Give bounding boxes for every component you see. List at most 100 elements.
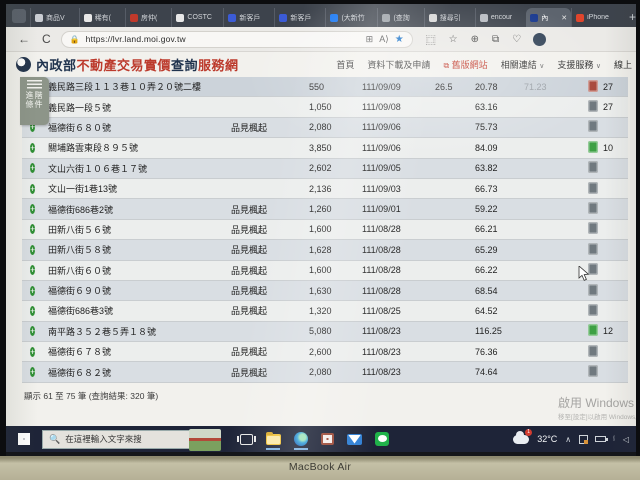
battery-icon[interactable] [595, 436, 606, 442]
microsoft-store-icon[interactable] [321, 433, 334, 445]
onedrive-tray-icon[interactable] [579, 435, 588, 444]
tab-favicon [176, 14, 184, 22]
mail-app-icon[interactable] [347, 434, 362, 445]
wifi-icon[interactable]: ⧙ [613, 434, 616, 444]
browser-tab[interactable]: 房仲( [125, 8, 171, 27]
favorites-icon[interactable]: ☆ [449, 34, 458, 45]
nav-download[interactable]: 資料下載及申請 [367, 58, 430, 71]
table-row[interactable]: + 關埔路雲東段８９５號 3,850 111/09/06 84.09 10 [22, 138, 628, 158]
browser-tab[interactable]: encour [475, 8, 526, 27]
expand-row-button[interactable]: + [30, 347, 35, 357]
table-row[interactable]: + 福德街686巷3號 品見楓起 1,320 111/08/25 64.52 [22, 301, 628, 321]
new-tab-button[interactable]: + [629, 10, 636, 24]
expand-row-button[interactable]: + [30, 265, 35, 275]
table-row[interactable]: + 南平路３５２巷５弄１８號 5,080 111/08/23 116.25 12 [22, 322, 628, 342]
building-detail-icon[interactable] [588, 141, 598, 153]
site-title: 內政部不動產交易實價查詢服務網 [36, 55, 239, 74]
expand-row-button[interactable]: + [30, 163, 35, 173]
table-row[interactable]: + 文山一街1巷13號 2,136 111/09/03 66.73 [22, 179, 628, 199]
task-view-icon[interactable] [240, 434, 253, 445]
expand-row-button[interactable]: + [30, 245, 35, 255]
table-row[interactable]: + 義民路一段５號 1,050 111/09/08 63.16 27 [22, 97, 628, 117]
line-app-icon[interactable] [375, 432, 389, 446]
building-detail-icon[interactable] [588, 182, 598, 194]
table-row[interactable]: + 田新八街６０號 品見楓起 1,600 111/08/28 66.22 [22, 261, 628, 281]
taskbar-search-box[interactable]: 🔍 在這裡輸入文字來搜 [42, 430, 192, 449]
weather-cloud-icon[interactable]: 1 [513, 435, 529, 444]
building-detail-icon[interactable] [588, 304, 598, 316]
news-widget-thumbnail[interactable] [189, 429, 221, 451]
expand-row-button[interactable]: + [30, 143, 35, 153]
nav-old-site[interactable]: ⧉ 舊版網站 [443, 58, 487, 71]
browser-tab[interactable]: 稀有( [79, 8, 125, 27]
unit-price-cell: 116.25 [469, 326, 520, 336]
expand-row-button[interactable]: + [30, 286, 35, 296]
close-tab-icon[interactable]: ✕ [561, 14, 567, 22]
browser-tab[interactable]: 內 ✕ [526, 8, 571, 27]
browser-tab[interactable]: 商品V [30, 8, 79, 27]
building-detail-icon[interactable] [588, 222, 598, 234]
url-text[interactable]: https://lvr.land.moi.gov.tw [86, 34, 360, 44]
advanced-filter-tab[interactable]: 進階條件 [20, 77, 49, 125]
collections-icon[interactable]: ⊕ [471, 34, 479, 45]
building-detail-icon[interactable] [588, 324, 598, 336]
building-detail-icon[interactable] [588, 100, 598, 112]
file-explorer-icon[interactable] [266, 434, 281, 445]
table-row[interactable]: + 福德街６７８號 品見楓起 2,600 111/08/23 76.36 [22, 342, 628, 362]
start-button-icon[interactable] [18, 433, 30, 445]
speaker-icon[interactable]: ◁ [623, 435, 630, 444]
address-bar[interactable]: 🔒 https://lvr.land.moi.gov.tw ⊞ A⟩ ★ [61, 31, 413, 48]
unit-price-cell: 66.22 [469, 265, 520, 275]
expand-row-button[interactable]: + [30, 184, 35, 194]
building-detail-icon[interactable] [588, 345, 598, 357]
browser-tab[interactable]: iPhone [571, 8, 623, 27]
building-detail-icon[interactable] [588, 80, 598, 92]
total-price-cell: 1,050 [302, 102, 354, 112]
browser-tab[interactable]: (查詢 [377, 8, 423, 27]
building-detail-icon[interactable] [588, 365, 598, 377]
temperature-label[interactable]: 32°C [537, 434, 557, 444]
table-row[interactable]: + 福德街６９０號 品見楓起 1,630 111/08/28 68.54 [22, 281, 628, 301]
transaction-date-cell: 111/08/28 [354, 265, 425, 275]
browser-tab[interactable]: 搜尋引 [424, 8, 475, 27]
expand-row-button[interactable]: + [30, 204, 35, 214]
browser-tab[interactable]: COSTC [171, 8, 223, 27]
bookmark-star-icon[interactable]: ★ [395, 34, 404, 45]
profile-avatar[interactable] [533, 33, 546, 46]
edge-browser-icon[interactable] [294, 432, 308, 446]
table-row[interactable]: + 義民路三段１１３巷１０弄２０號二樓 550 111/09/09 26.5 2… [22, 77, 628, 97]
nav-support[interactable]: 支援服務 ∨ [557, 58, 601, 71]
table-row[interactable]: + 田新八街５８號 品見楓起 1,628 111/08/28 65.29 [22, 240, 628, 260]
search-placeholder: 在這裡輸入文字來搜 [65, 433, 161, 445]
browser-tab[interactable]: 新客戶 [274, 8, 325, 27]
building-detail-icon[interactable] [588, 161, 598, 173]
show-hidden-icons-chevron[interactable]: ∧ [565, 435, 572, 444]
tab-search-icon[interactable] [12, 9, 26, 23]
browser-tab[interactable]: 新客戶 [223, 8, 274, 27]
table-row[interactable]: + 福德街６８０號 品見楓起 2,080 111/09/06 75.73 [22, 118, 628, 138]
translate-icon[interactable]: ⊞ [366, 34, 374, 45]
expand-row-button[interactable]: + [30, 224, 35, 234]
table-row[interactable]: + 田新八街５６號 品見楓起 1,600 111/08/28 66.21 [22, 220, 628, 240]
expand-row-button[interactable]: + [30, 326, 35, 336]
table-row[interactable]: + 文山六街１０６巷１７號 2,602 111/09/05 63.82 [22, 159, 628, 179]
extensions-icon[interactable]: ⧉ [492, 34, 499, 45]
read-aloud-icon[interactable]: A⟩ [379, 34, 389, 45]
reload-button[interactable]: C [42, 32, 51, 46]
building-detail-icon[interactable] [588, 284, 598, 296]
nav-home[interactable]: 首頁 [336, 58, 354, 71]
nav-related-links[interactable]: 相關連結 ∨ [501, 58, 545, 71]
building-detail-icon[interactable] [588, 243, 598, 255]
split-screen-icon[interactable]: ⿴ [426, 32, 436, 47]
table-row[interactable]: + 福德街686巷2號 品見楓起 1,260 111/09/01 59.22 [22, 199, 628, 219]
browser-tab[interactable]: (大新竹 [325, 8, 377, 27]
nav-online[interactable]: 線上 [614, 58, 636, 71]
back-button[interactable]: ← [18, 32, 30, 46]
building-detail-icon[interactable] [588, 120, 598, 132]
tab-title: (大新竹 [341, 13, 364, 23]
expand-row-button[interactable]: + [30, 367, 35, 377]
essentials-icon[interactable]: ♡ [512, 34, 521, 45]
building-detail-icon[interactable] [588, 202, 598, 214]
table-row[interactable]: + 福德街６８２號 品見楓起 2,080 111/08/23 74.64 [22, 362, 628, 382]
expand-row-button[interactable]: + [30, 306, 35, 316]
